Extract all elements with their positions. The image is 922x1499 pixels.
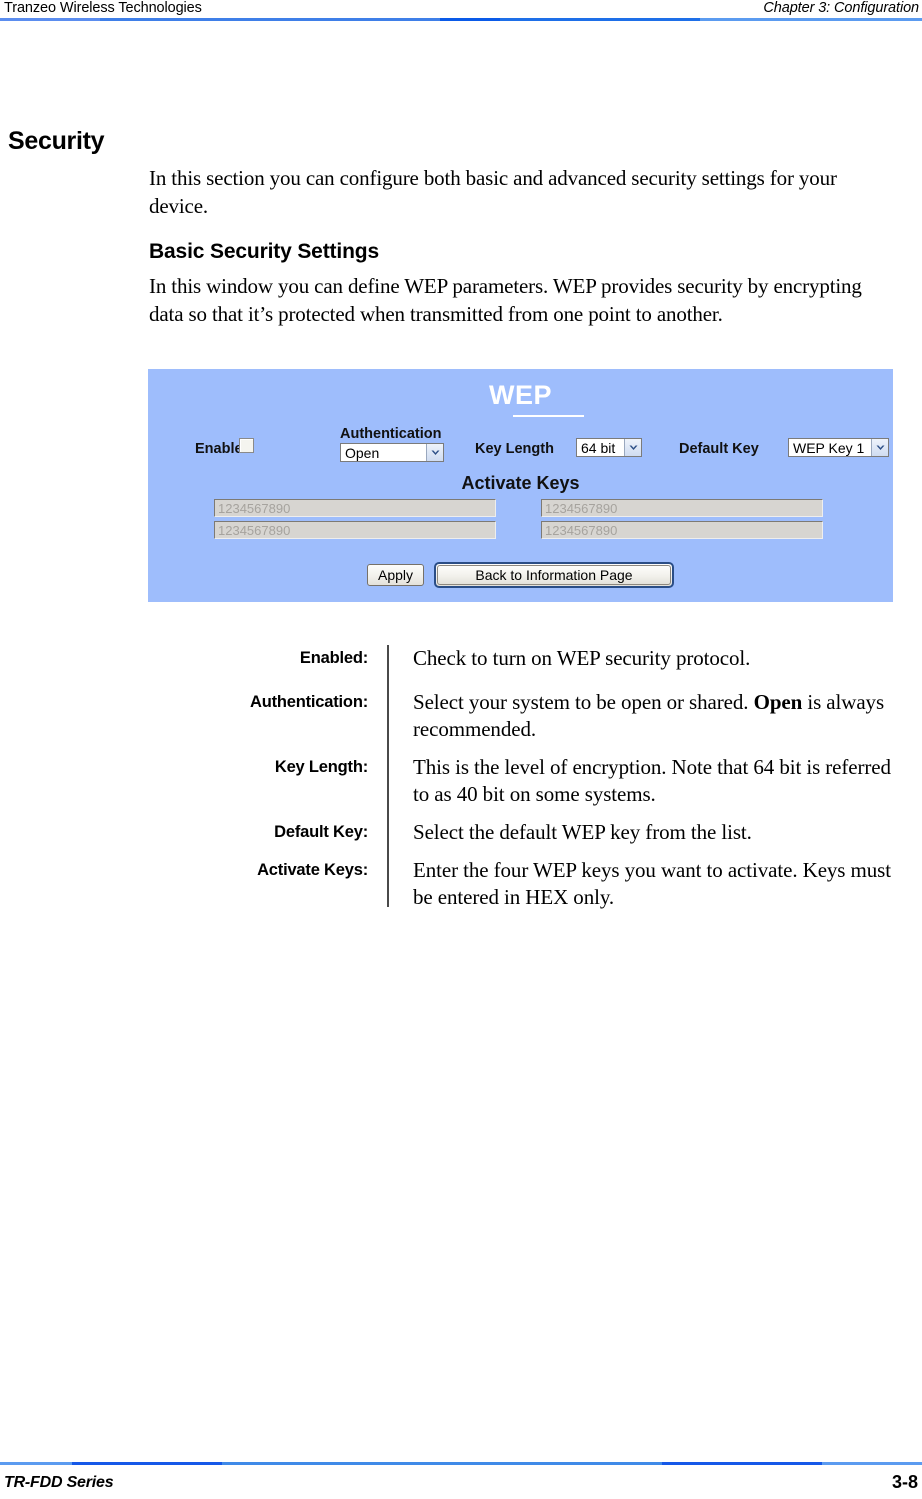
authentication-select[interactable]: Open	[340, 443, 444, 462]
subsection-paragraph: In this window you can define WEP parame…	[149, 274, 862, 326]
definition-term: Authentication:	[250, 693, 368, 711]
rule-segment	[72, 1462, 222, 1465]
definition-term: Activate Keys:	[257, 861, 368, 879]
definition-desc-pre: This is the level of encryption. Note th…	[413, 755, 891, 806]
rule-segment	[662, 1462, 822, 1465]
wep-controls-row: Enabled Authentication Open Key Length 6…	[148, 424, 893, 468]
wep-key-input-1[interactable]: 1234567890	[214, 499, 496, 517]
definition-list-divider	[387, 645, 389, 907]
rule-segment	[100, 18, 440, 21]
enabled-checkbox[interactable]	[239, 438, 254, 453]
definition-desc-pre: Check to turn on WEP security protocol.	[413, 646, 751, 670]
definition-term: Key Length:	[274, 758, 368, 776]
rule-segment	[222, 1462, 662, 1465]
key-length-select[interactable]: 64 bit	[576, 438, 642, 457]
header-rule	[0, 18, 922, 21]
wep-key-input-2[interactable]: 1234567890	[541, 499, 823, 517]
key-length-value: 64 bit	[581, 439, 616, 456]
rule-segment	[440, 18, 500, 21]
footer-rule	[0, 1462, 922, 1465]
wep-config-panel: WEP Enabled Authentication Open Key Leng…	[148, 369, 893, 602]
chevron-down-icon	[624, 439, 641, 456]
activate-keys-title: Activate Keys	[461, 473, 580, 493]
definition-description: Select the default WEP key from the list…	[413, 819, 894, 846]
wep-key-input-4[interactable]: 1234567890	[541, 521, 823, 539]
definition-desc-bold: Open	[753, 690, 803, 714]
wep-key-input-3[interactable]: 1234567890	[214, 521, 496, 539]
default-key-label: Default Key	[679, 441, 759, 457]
wep-title-underline	[513, 415, 584, 417]
subsection-heading: Basic Security Settings	[149, 240, 379, 263]
wep-panel-title: WEP	[488, 380, 552, 410]
page-title: Security	[8, 127, 105, 155]
authentication-label: Authentication	[340, 426, 442, 442]
rule-segment	[0, 18, 100, 21]
back-button-inner: Back to Information Page	[437, 565, 671, 585]
definition-description: Enter the four WEP keys you want to acti…	[413, 857, 894, 911]
definition-desc-pre: Select the default WEP key from the list…	[413, 820, 752, 844]
header-left-text: Tranzeo Wireless Technologies	[4, 0, 202, 16]
definition-description: Select your system to be open or shared.…	[413, 689, 894, 743]
rule-segment	[700, 18, 922, 21]
chevron-down-icon	[426, 444, 443, 461]
definition-term: Enabled:	[299, 649, 368, 667]
back-to-information-page-button[interactable]: Back to Information Page	[434, 562, 674, 588]
intro-paragraph: In this section you can configure both b…	[149, 166, 837, 218]
definition-description: Check to turn on WEP security protocol.	[413, 645, 894, 672]
default-key-value: WEP Key 1	[793, 439, 865, 456]
page-number: 3-8	[891, 1472, 918, 1492]
chevron-down-icon	[871, 439, 888, 456]
rule-segment	[500, 18, 700, 21]
definition-desc-pre: Enter the four WEP keys you want to acti…	[413, 858, 891, 909]
footer-left-text: TR-FDD Series	[4, 1474, 114, 1491]
apply-button[interactable]: Apply	[367, 564, 424, 586]
header-right-text: Chapter 3: Configuration	[763, 0, 919, 16]
rule-segment	[822, 1462, 922, 1465]
default-key-select[interactable]: WEP Key 1	[788, 438, 889, 457]
authentication-value: Open	[345, 444, 380, 461]
rule-segment	[0, 1462, 72, 1465]
definition-description: This is the level of encryption. Note th…	[413, 754, 894, 808]
definition-desc-pre: Select your system to be open or shared.	[413, 690, 754, 714]
definition-term: Default Key:	[274, 823, 368, 841]
key-length-label: Key Length	[475, 441, 554, 457]
